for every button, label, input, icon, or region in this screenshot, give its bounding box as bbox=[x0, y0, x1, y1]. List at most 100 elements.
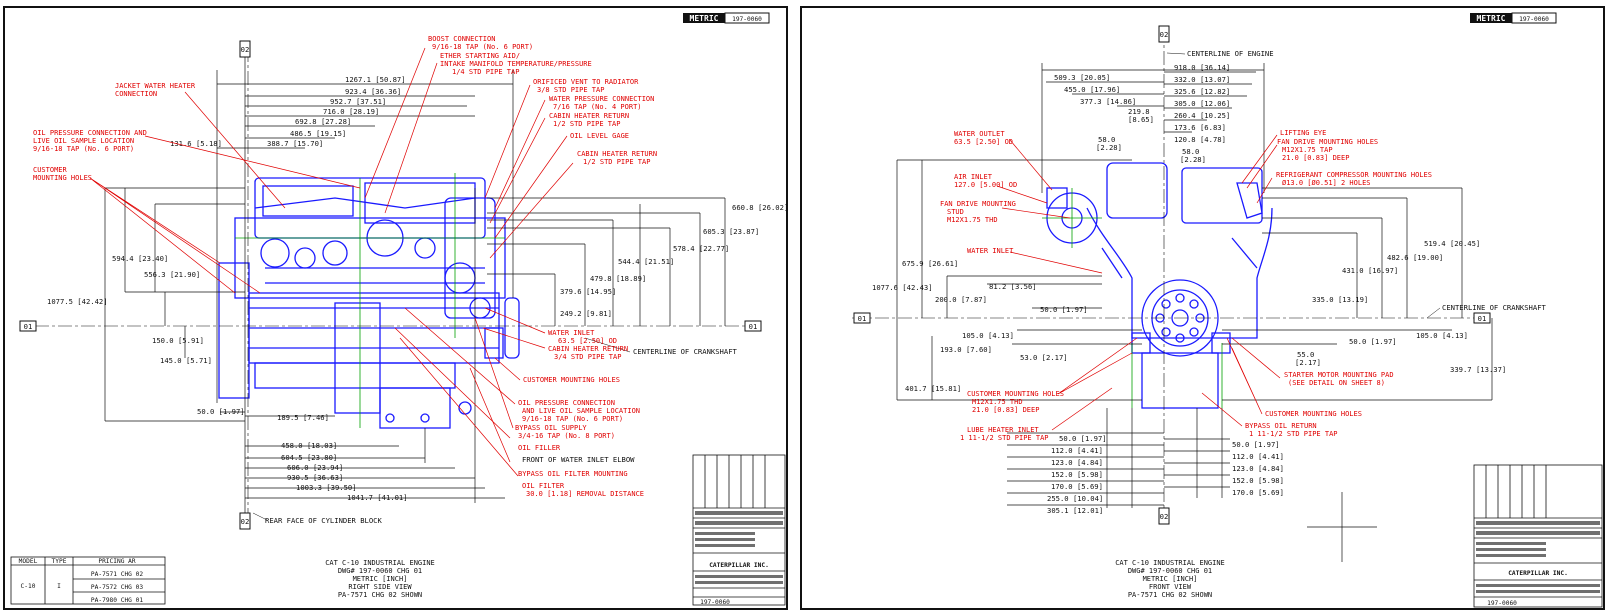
svg-text:152.0 [5.98]: 152.0 [5.98] bbox=[1051, 470, 1103, 479]
svg-text:WATER PRESSURE CONNECTION: WATER PRESSURE CONNECTION bbox=[549, 95, 654, 103]
svg-text:431.0 [16.97]: 431.0 [16.97] bbox=[1342, 266, 1398, 275]
svg-text:[8.65]: [8.65] bbox=[1128, 115, 1154, 124]
svg-text:50.0 [1.97]: 50.0 [1.97] bbox=[1040, 305, 1088, 314]
svg-text:170.0 [5.69]: 170.0 [5.69] bbox=[1232, 488, 1284, 497]
svg-text:01: 01 bbox=[24, 322, 33, 331]
svg-text:21.0 [0.83] DEEP: 21.0 [0.83] DEEP bbox=[1282, 154, 1349, 162]
svg-text:486.5 [19.15]: 486.5 [19.15] bbox=[290, 129, 346, 138]
svg-text:02: 02 bbox=[1160, 30, 1169, 39]
svg-text:63.5 [2.50] OD: 63.5 [2.50] OD bbox=[954, 138, 1013, 146]
svg-text:REFRIGERANT COMPRESSOR MOUNTIN: REFRIGERANT COMPRESSOR MOUNTING HOLES bbox=[1276, 171, 1432, 179]
svg-text:50.0 [1.97]: 50.0 [1.97] bbox=[1232, 440, 1280, 449]
svg-text:131.6 [5.18]: 131.6 [5.18] bbox=[170, 139, 222, 148]
svg-text:OIL PRESSURE CONNECTION: OIL PRESSURE CONNECTION bbox=[518, 399, 615, 407]
svg-text:30.0 [1.18] REMOVAL DISTANCE: 30.0 [1.18] REMOVAL DISTANCE bbox=[526, 490, 644, 498]
svg-text:BYPASS OIL SUPPLY: BYPASS OIL SUPPLY bbox=[515, 424, 587, 432]
svg-text:930.5 [36.63]: 930.5 [36.63] bbox=[287, 473, 343, 482]
svg-text:455.0 [17.96]: 455.0 [17.96] bbox=[1064, 85, 1120, 94]
svg-text:379.6 [14.95]: 379.6 [14.95] bbox=[560, 287, 616, 296]
svg-text:CABIN HEATER RETURN: CABIN HEATER RETURN bbox=[548, 345, 628, 353]
svg-text:CUSTOMER: CUSTOMER bbox=[33, 166, 68, 174]
svg-text:50.0 [1.97]: 50.0 [1.97] bbox=[1059, 434, 1107, 443]
svg-text:CAT C-10 INDUSTRIAL ENGINE: CAT C-10 INDUSTRIAL ENGINE bbox=[1115, 559, 1225, 567]
svg-text:1041.7 [41.01]: 1041.7 [41.01] bbox=[347, 493, 408, 502]
engine-front-outline bbox=[1046, 162, 1273, 409]
svg-text:DWG# 197-0060 CHG 01: DWG# 197-0060 CHG 01 bbox=[1128, 567, 1212, 575]
svg-text:3/8 STD PIPE TAP: 3/8 STD PIPE TAP bbox=[537, 86, 604, 94]
svg-text:255.0 [10.04]: 255.0 [10.04] bbox=[1047, 494, 1103, 503]
svg-text:(SEE DETAIL ON SHEET 8): (SEE DETAIL ON SHEET 8) bbox=[1288, 379, 1385, 387]
svg-text:LIFTING EYE: LIFTING EYE bbox=[1280, 129, 1326, 137]
svg-text:606.0 [23.94]: 606.0 [23.94] bbox=[287, 463, 343, 472]
svg-text:952.7 [37.51]: 952.7 [37.51] bbox=[330, 97, 386, 106]
svg-text:M12X1.75 TAP: M12X1.75 TAP bbox=[1282, 146, 1333, 154]
side-view-title: CAT C-10 INDUSTRIAL ENGINE DWG# 197-0060… bbox=[325, 559, 435, 599]
svg-text:918.0 [36.14]: 918.0 [36.14] bbox=[1174, 63, 1230, 72]
svg-text:BOOST CONNECTION: BOOST CONNECTION bbox=[428, 35, 495, 43]
svg-text:01: 01 bbox=[1478, 314, 1487, 323]
svg-text:C-10: C-10 bbox=[21, 583, 36, 590]
svg-text:OIL LEVEL GAGE: OIL LEVEL GAGE bbox=[570, 132, 629, 140]
svg-text:TYPE: TYPE bbox=[52, 558, 67, 565]
right-side-view-drawing: METRIC 197-0060 01 01 02 02 1267.1 [50.8… bbox=[10, 12, 788, 606]
svg-text:[2.28]: [2.28] bbox=[1096, 143, 1122, 152]
svg-text:PA-7571 CHG 02 SHOWN: PA-7571 CHG 02 SHOWN bbox=[1128, 591, 1212, 599]
svg-text:[2.17]: [2.17] bbox=[1295, 358, 1321, 367]
svg-text:FAN DRIVE MOUNTING: FAN DRIVE MOUNTING bbox=[940, 200, 1016, 208]
svg-text:1003.3 [39.50]: 1003.3 [39.50] bbox=[296, 483, 357, 492]
svg-text:FRONT VIEW: FRONT VIEW bbox=[1149, 583, 1192, 591]
svg-text:305.1 [12.01]: 305.1 [12.01] bbox=[1047, 506, 1103, 515]
rear-face-label: REAR FACE OF CYLINDER BLOCK bbox=[265, 516, 383, 525]
svg-text:923.4 [36.36]: 923.4 [36.36] bbox=[345, 87, 401, 96]
svg-text:METRIC [INCH]: METRIC [INCH] bbox=[353, 575, 408, 583]
svg-text:1077.6 [42.43]: 1077.6 [42.43] bbox=[872, 283, 933, 292]
svg-text:[2.28]: [2.28] bbox=[1180, 155, 1206, 164]
green-centerlines bbox=[235, 173, 505, 428]
svg-text:7/16 TAP (No. 4 PORT): 7/16 TAP (No. 4 PORT) bbox=[553, 103, 642, 111]
svg-text:1/2 STD PIPE TAP: 1/2 STD PIPE TAP bbox=[583, 158, 650, 166]
svg-text:BYPASS OIL FILTER MOUNTING: BYPASS OIL FILTER MOUNTING bbox=[518, 470, 628, 478]
svg-text:305.0 [12.06]: 305.0 [12.06] bbox=[1174, 99, 1230, 108]
svg-text:METRIC [INCH]: METRIC [INCH] bbox=[1143, 575, 1198, 583]
svg-text:CABIN HEATER RETURN: CABIN HEATER RETURN bbox=[549, 112, 629, 120]
svg-text:FAN DRIVE MOUNTING HOLES: FAN DRIVE MOUNTING HOLES bbox=[1277, 138, 1378, 146]
crankshaft-centerline-label: CENTERLINE OF CRANKSHAFT bbox=[633, 347, 738, 356]
svg-text:482.6 [19.00]: 482.6 [19.00] bbox=[1387, 253, 1443, 262]
svg-text:339.7 [13.37]: 339.7 [13.37] bbox=[1450, 365, 1506, 374]
svg-text:CAT C-10 INDUSTRIAL ENGINE: CAT C-10 INDUSTRIAL ENGINE bbox=[325, 559, 435, 567]
svg-text:120.8 [4.78]: 120.8 [4.78] bbox=[1174, 135, 1226, 144]
svg-text:MODEL: MODEL bbox=[19, 558, 38, 565]
svg-text:556.3 [21.90]: 556.3 [21.90] bbox=[144, 270, 200, 279]
drawing-sheet-right-side-view: METRIC 197-0060 01 01 02 02 1267.1 [50.8… bbox=[3, 6, 788, 610]
svg-text:PRICING AR: PRICING AR bbox=[98, 558, 136, 565]
svg-text:1267.1 [50.87]: 1267.1 [50.87] bbox=[345, 75, 406, 84]
svg-text:02: 02 bbox=[241, 517, 250, 526]
svg-text:63.5 [2.50] OD: 63.5 [2.50] OD bbox=[558, 337, 617, 345]
svg-text:CABIN HEATER RETURN: CABIN HEATER RETURN bbox=[577, 150, 657, 158]
drawing-number: 197-0060 bbox=[1519, 16, 1549, 23]
svg-text:50.0 [1.97]: 50.0 [1.97] bbox=[1349, 337, 1397, 346]
svg-text:152.0 [5.98]: 152.0 [5.98] bbox=[1232, 476, 1284, 485]
svg-text:PA-7571 CHG 02: PA-7571 CHG 02 bbox=[91, 571, 143, 578]
svg-text:388.7 [15.70]: 388.7 [15.70] bbox=[267, 139, 323, 148]
svg-text:OIL FILTER: OIL FILTER bbox=[522, 482, 565, 490]
title-block-fill bbox=[1476, 521, 1600, 593]
svg-text:STARTER MOTOR MOUNTING PAD: STARTER MOTOR MOUNTING PAD bbox=[1284, 371, 1394, 379]
svg-text:WATER INLET: WATER INLET bbox=[967, 247, 1014, 255]
svg-text:325.6 [12.82]: 325.6 [12.82] bbox=[1174, 87, 1230, 96]
svg-text:1077.5 [42.42]: 1077.5 [42.42] bbox=[47, 297, 108, 306]
svg-text:MOUNTING HOLES: MOUNTING HOLES bbox=[33, 174, 92, 182]
callout-leaders bbox=[996, 134, 1281, 431]
svg-text:3/4-16 TAP (No. 8 PORT): 3/4-16 TAP (No. 8 PORT) bbox=[518, 432, 615, 440]
svg-text:LIVE OIL SAMPLE LOCATION: LIVE OIL SAMPLE LOCATION bbox=[33, 137, 134, 145]
svg-text:112.0 [4.41]: 112.0 [4.41] bbox=[1232, 452, 1284, 461]
svg-text:OIL PRESSURE CONNECTION AND: OIL PRESSURE CONNECTION AND bbox=[33, 129, 147, 137]
svg-text:AIR INLET: AIR INLET bbox=[954, 173, 993, 181]
svg-text:377.3 [14.86]: 377.3 [14.86] bbox=[1080, 97, 1136, 106]
engine-centerline-label: CENTERLINE OF ENGINE bbox=[1187, 49, 1274, 58]
svg-text:692.8 [27.28]: 692.8 [27.28] bbox=[295, 117, 351, 126]
svg-text:675.9 [26.61]: 675.9 [26.61] bbox=[902, 259, 958, 268]
svg-text:105.0 [4.13]: 105.0 [4.13] bbox=[1416, 331, 1468, 340]
svg-text:CATERPILLAR INC.: CATERPILLAR INC. bbox=[709, 562, 769, 569]
front-view-drawing: METRIC 197-0060 CENTERLINE OF ENGINE CEN… bbox=[852, 12, 1603, 608]
